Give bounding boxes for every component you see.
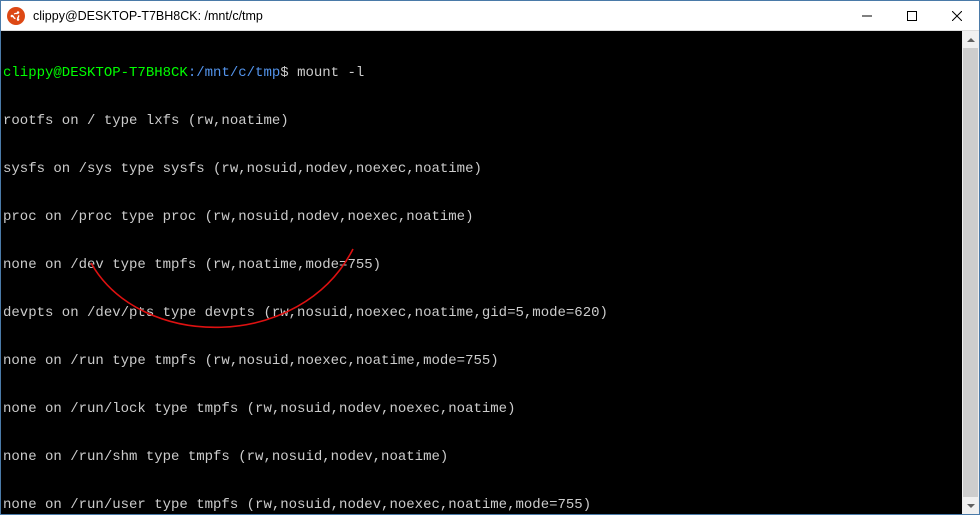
close-button[interactable] <box>934 1 979 30</box>
output-line: none on /run/user type tmpfs (rw,nosuid,… <box>3 497 977 513</box>
terminal-body[interactable]: clippy@DESKTOP-T7BH8CK:/mnt/c/tmp$ mount… <box>1 31 979 514</box>
output-line: sysfs on /sys type sysfs (rw,nosuid,node… <box>3 161 977 177</box>
minimize-button[interactable] <box>844 1 889 30</box>
maximize-button[interactable] <box>889 1 934 30</box>
titlebar: clippy@DESKTOP-T7BH8CK: /mnt/c/tmp <box>1 1 979 31</box>
window-title: clippy@DESKTOP-T7BH8CK: /mnt/c/tmp <box>31 9 844 23</box>
output-line: proc on /proc type proc (rw,nosuid,nodev… <box>3 209 977 225</box>
vertical-scrollbar[interactable] <box>962 31 979 514</box>
output-line: none on /dev type tmpfs (rw,noatime,mode… <box>3 257 977 273</box>
output-line: none on /run type tmpfs (rw,nosuid,noexe… <box>3 353 977 369</box>
scroll-thumb[interactable] <box>963 48 978 497</box>
window-controls <box>844 1 979 30</box>
prompt-user: clippy@DESKTOP-T7BH8CK <box>3 65 188 81</box>
prompt-path: /mnt/c/tmp <box>196 65 280 81</box>
prompt-sep: : <box>188 65 196 81</box>
output-line: none on /run/lock type tmpfs (rw,nosuid,… <box>3 401 977 417</box>
output-line: rootfs on / type lxfs (rw,noatime) <box>3 113 977 129</box>
scroll-down-button[interactable] <box>962 497 979 514</box>
scroll-up-button[interactable] <box>962 31 979 48</box>
scroll-track[interactable] <box>962 48 979 497</box>
ubuntu-icon <box>7 7 25 25</box>
prompt-symbol: $ <box>280 65 288 81</box>
output-line: none on /run/shm type tmpfs (rw,nosuid,n… <box>3 449 977 465</box>
prompt-line-1: clippy@DESKTOP-T7BH8CK:/mnt/c/tmp$ mount… <box>3 65 977 81</box>
output-line: devpts on /dev/pts type devpts (rw,nosui… <box>3 305 977 321</box>
command-text: mount -l <box>297 65 364 81</box>
terminal-window: clippy@DESKTOP-T7BH8CK: /mnt/c/tmp clipp… <box>0 0 980 515</box>
